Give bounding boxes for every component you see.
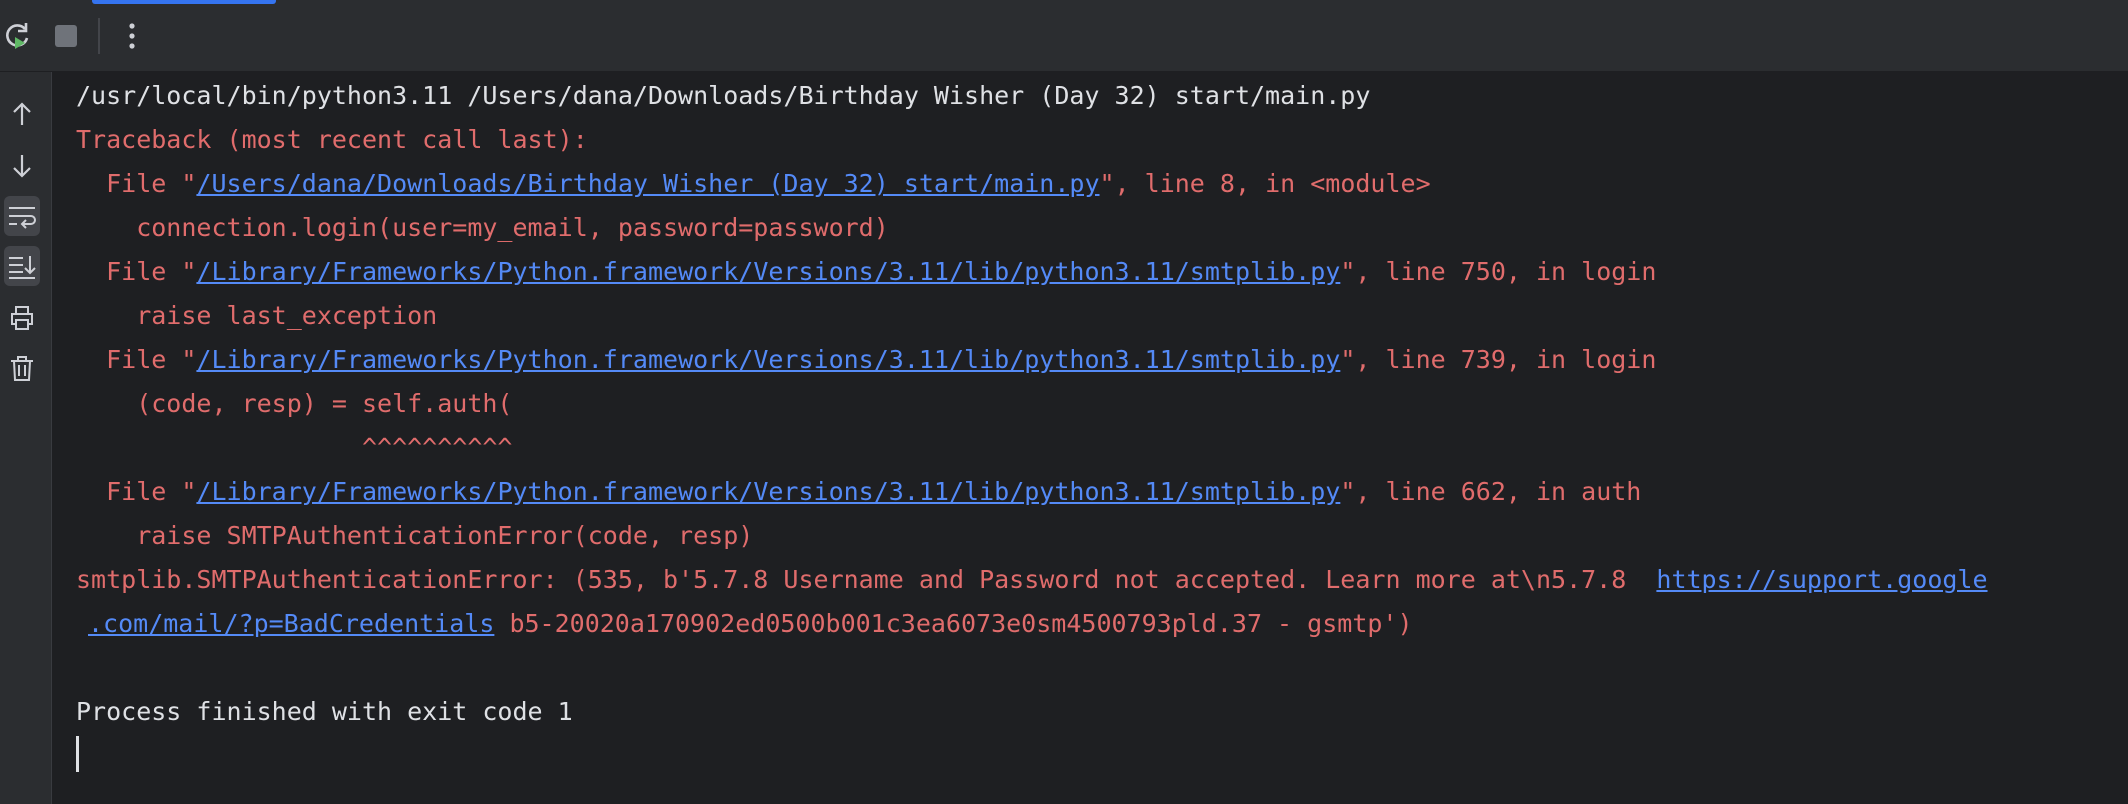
trash-icon	[11, 356, 33, 381]
console-output[interactable]: /usr/local/bin/python3.11 /Users/dana/Do…	[52, 72, 2128, 804]
more-options-icon	[129, 23, 135, 49]
rerun-button[interactable]	[0, 18, 36, 54]
print-icon	[11, 306, 33, 330]
clear-all-button[interactable]	[4, 348, 40, 388]
frame-suffix: ", line 750, in login	[1340, 257, 1657, 286]
console-sidebar	[0, 72, 52, 804]
arrow-up-icon	[13, 102, 31, 125]
frame-prefix: File "	[76, 477, 197, 506]
print-button[interactable]	[4, 298, 40, 338]
more-options-button[interactable]	[114, 18, 150, 54]
toolbar-separator	[98, 18, 100, 54]
frame-code-line: raise last_exception	[76, 301, 438, 330]
scroll-to-end-icon	[9, 256, 36, 279]
command-line: /usr/local/bin/python3.11 /Users/dana/Do…	[76, 81, 1371, 110]
frame-prefix: File "	[76, 257, 197, 286]
traceback-frame: File "/Library/Frameworks/Python.framewo…	[76, 338, 1656, 382]
stop-icon	[55, 25, 77, 47]
traceback-header: Traceback (most recent call last):	[76, 125, 588, 154]
error-message-line: smtplib.SMTPAuthenticationError: (535, b…	[76, 558, 1988, 602]
traceback-frame: File "/Library/Frameworks/Python.framewo…	[76, 250, 1656, 294]
file-link[interactable]: /Library/Frameworks/Python.framework/Ver…	[196, 477, 1340, 506]
error-text: smtplib.SMTPAuthenticationError: (535, b…	[76, 565, 1657, 594]
frame-suffix: ", line 739, in login	[1340, 345, 1657, 374]
file-link[interactable]: /Library/Frameworks/Python.framework/Ver…	[196, 345, 1340, 374]
soft-wrap-toggle[interactable]	[4, 196, 40, 236]
frame-code-line: (code, resp) = self.auth(	[76, 389, 513, 418]
frame-caret-line: ^^^^^^^^^^	[76, 433, 513, 462]
stop-button[interactable]	[48, 18, 84, 54]
frame-prefix: File "	[76, 345, 197, 374]
soft-wrap-icon	[9, 207, 36, 229]
scroll-down-button[interactable]	[4, 146, 40, 186]
scroll-up-button[interactable]	[4, 94, 40, 134]
frame-code-line: raise SMTPAuthenticationError(code, resp…	[76, 521, 754, 550]
traceback-frame: File "/Users/dana/Downloads/Birthday Wis…	[76, 162, 1431, 206]
frame-prefix: File "	[76, 169, 197, 198]
file-link[interactable]: /Users/dana/Downloads/Birthday Wisher (D…	[196, 169, 1099, 198]
arrow-down-icon	[13, 155, 31, 178]
rerun-icon	[6, 23, 29, 49]
error-text: b5-20020a170902ed0500b001c3ea6073e0sm450…	[494, 609, 1413, 638]
input-caret[interactable]	[76, 736, 79, 772]
file-link[interactable]: /Library/Frameworks/Python.framework/Ver…	[196, 257, 1340, 286]
support-link-continued[interactable]: .com/mail/?p=BadCredentials	[88, 609, 494, 638]
traceback-frame: File "/Library/Frameworks/Python.framewo…	[76, 470, 1641, 514]
error-message-continuation: .com/mail/?p=BadCredentials b5-20020a170…	[88, 602, 1413, 646]
scroll-to-end-toggle[interactable]	[4, 246, 40, 286]
frame-suffix: ", line 8, in <module>	[1099, 169, 1431, 198]
frame-suffix: ", line 662, in auth	[1340, 477, 1642, 506]
run-toolbar	[0, 0, 2128, 72]
support-link[interactable]: https://support.google	[1656, 565, 1987, 594]
exit-message: Process finished with exit code 1	[76, 697, 573, 726]
active-tab-indicator	[92, 0, 276, 4]
frame-code-line: connection.login(user=my_email, password…	[76, 213, 889, 242]
